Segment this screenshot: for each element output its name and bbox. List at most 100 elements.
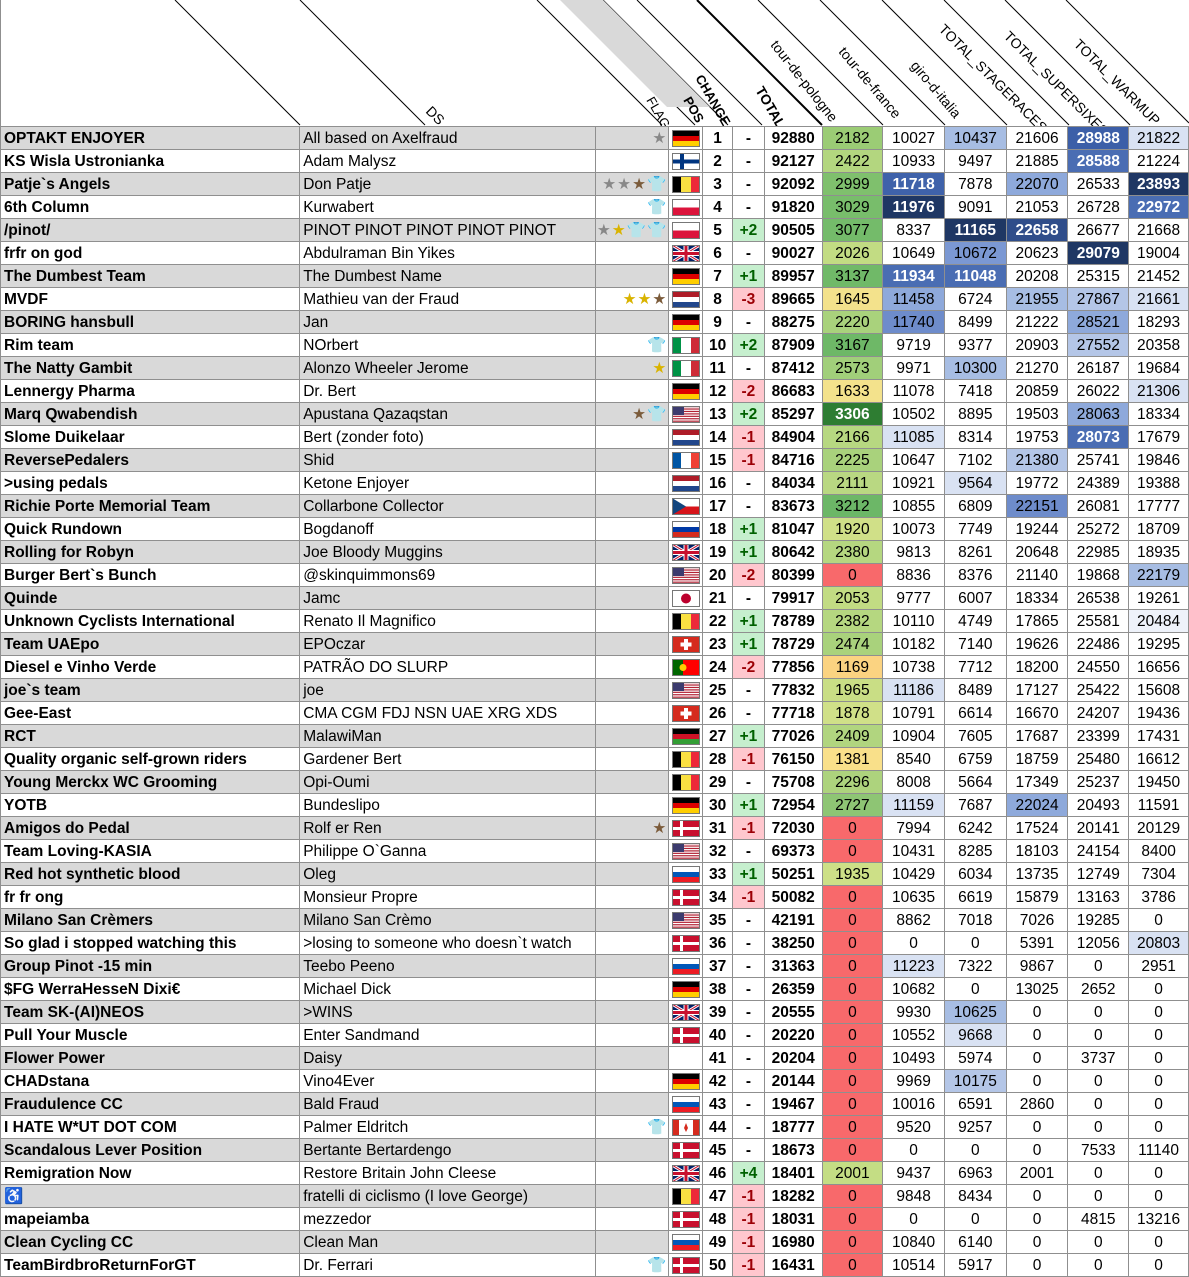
score-cell: 19244 (1005, 517, 1069, 541)
score-cell: 10493 (882, 1046, 945, 1070)
change-cell: - (732, 356, 765, 380)
change-cell: -2 (732, 563, 765, 587)
team-name-cell: OPTAKT ENJOYER (0, 126, 301, 150)
total-points-cell: 20144 (763, 1069, 823, 1093)
star-icon: ★ (652, 290, 667, 308)
country-flag-icon (668, 1069, 704, 1093)
change-cell: - (732, 1115, 765, 1139)
table-row: mapeiamba mezzedor 48 -1 18031 0 0 0 0 4815 13216 (0, 1207, 1189, 1231)
table-row: Quick Rundown Bogdanoff 18 +1 81047 1920 10073… (0, 517, 1189, 541)
score-cell: 11976 (882, 195, 945, 219)
position-cell: 39 (702, 1000, 734, 1024)
country-flag-icon (668, 540, 704, 564)
ds-name-cell: Collarbone Collector (299, 494, 596, 518)
score-cell: 10840 (882, 1230, 945, 1254)
star-icon: ★ (632, 175, 646, 193)
score-cell: 4749 (943, 609, 1007, 633)
score-cell: 8499 (943, 310, 1007, 334)
jersey-icon: 👕 (626, 221, 646, 239)
total-points-cell: 91820 (763, 195, 823, 219)
score-cell: 26022 (1067, 379, 1130, 403)
team-name-cell: The Dumbest Team (0, 264, 301, 288)
ds-name-cell: Kurwabert (299, 195, 596, 219)
change-cell: - (732, 1138, 765, 1162)
score-cell: 17687 (1005, 724, 1069, 748)
score-cell: 21053 (1005, 195, 1069, 219)
table-row: So glad i stopped watching this >losing t… (0, 931, 1189, 955)
score-cell: 1878 (821, 701, 884, 725)
team-name-cell: Quality organic self-grown riders (0, 747, 301, 771)
total-points-cell: 79917 (763, 586, 823, 610)
score-cell: 6759 (943, 747, 1007, 771)
score-cell: 19868 (1067, 563, 1130, 587)
table-row: 6th Column Kurwabert 👕 4-91820 3029 11976 9091… (0, 195, 1189, 219)
table-row: MVDF Mathieu van der Fraud ★★★ 8 -3 89665 1645… (0, 287, 1189, 311)
change-cell: +2 (732, 333, 765, 357)
total-points-cell: 87909 (763, 333, 823, 357)
score-cell: 0 (1005, 1069, 1069, 1093)
team-name-cell: Burger Bert`s Bunch (0, 563, 301, 587)
star-icon: ★ (596, 221, 611, 239)
score-cell: 25237 (1067, 770, 1130, 794)
score-cell: 24550 (1067, 655, 1130, 679)
score-cell: 22070 (1005, 172, 1069, 196)
team-name-cell: Team UAEpo (0, 632, 301, 656)
score-cell: 10110 (882, 609, 945, 633)
jersey-badges-cell (594, 1161, 670, 1185)
standings-table: OPTAKT ENJOYER All based on Axelfraud ★ 1-9… (0, 126, 1189, 1277)
score-cell: 9969 (882, 1069, 945, 1093)
table-row: Rolling for Robyn Joe Bloody Muggins 19 +1 8… (0, 540, 1189, 564)
table-row: Team Loving-KASIA Philippe O`Ganna 32-6937… (0, 839, 1189, 863)
score-cell: 9719 (882, 333, 945, 357)
country-flag-icon (668, 218, 704, 242)
change-cell: -3 (732, 287, 765, 311)
table-row: Lennergy Pharma Dr. Bert 12 -2 86683 1633 1107… (0, 379, 1189, 403)
score-cell: 0 (1067, 1069, 1130, 1093)
country-flag-icon (668, 356, 704, 380)
table-row: Unknown Cyclists International Renato Il … (0, 609, 1189, 633)
score-cell: 26187 (1067, 356, 1130, 380)
score-cell: 0 (882, 1138, 945, 1162)
country-flag-icon (668, 839, 704, 863)
country-flag-icon (668, 724, 704, 748)
score-cell: 2111 (821, 471, 884, 495)
position-cell: 8 (702, 287, 734, 311)
change-cell: -1 (732, 448, 765, 472)
score-cell: 0 (1067, 1115, 1130, 1139)
team-name-cell: The Natty Gambit (0, 356, 301, 380)
country-flag-icon (668, 172, 704, 196)
team-name-cell: KS Wisla Ustronianka (0, 149, 301, 173)
score-cell: 26538 (1067, 586, 1130, 610)
score-cell: 11078 (882, 379, 945, 403)
jersey-badges-cell (594, 954, 670, 978)
jersey-badges-cell (594, 1069, 670, 1093)
country-flag-icon (668, 655, 704, 679)
position-cell: 28 (702, 747, 734, 771)
score-cell: 21885 (1005, 149, 1069, 173)
jersey-badges-cell (594, 494, 670, 518)
score-cell: 0 (1128, 1161, 1189, 1185)
score-cell: 0 (943, 1138, 1007, 1162)
score-cell: 3029 (821, 195, 884, 219)
total-points-cell: 90027 (763, 241, 823, 265)
change-cell: +1 (732, 264, 765, 288)
score-cell: 0 (1128, 1184, 1189, 1208)
change-cell: - (732, 126, 765, 150)
score-cell: 10904 (882, 724, 945, 748)
score-cell: 10431 (882, 839, 945, 863)
score-cell: 9930 (882, 1000, 945, 1024)
score-cell: 0 (1067, 1092, 1130, 1116)
country-flag-icon (668, 126, 704, 150)
score-cell: 0 (1005, 1184, 1069, 1208)
total-points-cell: 31363 (763, 954, 823, 978)
team-name-cell: TeamBirdbroReturnForGT (0, 1253, 301, 1277)
ds-name-cell: PINOT PINOT PINOT PINOT PINOT (299, 218, 596, 242)
team-name-cell: Slome Duikelaar (0, 425, 301, 449)
table-row: fr fr ong Monsieur Propre 34 -1 50082 0 10635 6… (0, 885, 1189, 909)
score-cell: 7102 (943, 448, 1007, 472)
jersey-badges-cell (594, 264, 670, 288)
team-name-cell: Clean Cycling CC (0, 1230, 301, 1254)
score-cell: 8434 (943, 1184, 1007, 1208)
score-cell: 11165 (943, 218, 1007, 242)
team-name-cell: Patje`s Angels (0, 172, 301, 196)
